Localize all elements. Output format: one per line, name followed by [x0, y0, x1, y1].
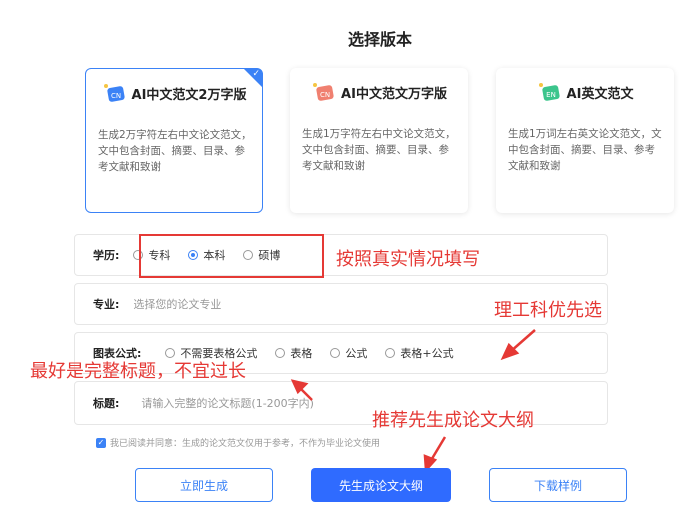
generate-outline-button[interactable]: 先生成论文大纲	[311, 468, 451, 502]
checkbox-checked-icon: ✓	[96, 437, 106, 448]
agreement-text: 我已阅读并同意：生成的论文范文仅用于参考，不作为毕业论文使用	[110, 439, 381, 449]
agreement-checkbox[interactable]: ✓ 我已阅读并同意：生成的论文范文仅用于参考，不作为毕业论文使用	[96, 436, 380, 449]
generate-now-button[interactable]: 立即生成	[135, 468, 273, 502]
arrow-icon	[290, 329, 536, 474]
download-sample-button[interactable]: 下载样例	[489, 468, 627, 502]
